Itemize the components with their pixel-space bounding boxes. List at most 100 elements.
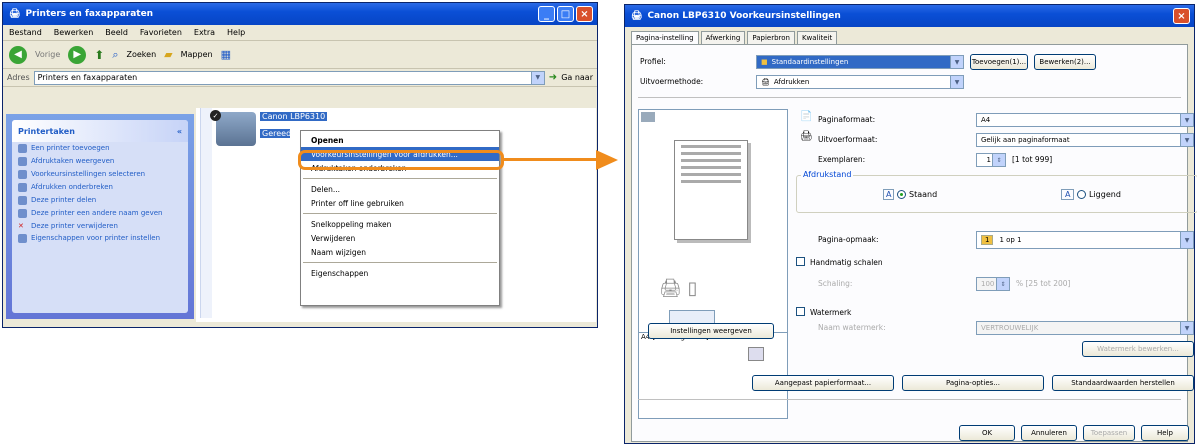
- tab-paper-source[interactable]: Papierbron: [747, 31, 795, 44]
- maximize-icon[interactable]: □: [557, 6, 574, 22]
- menu-edit[interactable]: Bewerken: [54, 28, 94, 37]
- highlight-frame: [298, 150, 504, 170]
- close-icon[interactable]: ×: [576, 6, 593, 22]
- dialog-close-icon[interactable]: ×: [1173, 8, 1190, 24]
- printers-folder-icon: 🖨: [9, 9, 21, 19]
- scaling-spinner-icon[interactable]: ⇕: [996, 278, 1009, 290]
- up-folder-icon[interactable]: ⬆: [94, 48, 104, 62]
- default-check-icon: ✓: [210, 110, 221, 121]
- task-properties[interactable]: Eigenschappen voor printer instellen: [12, 232, 188, 245]
- scrollbar[interactable]: [200, 108, 212, 318]
- explorer-toolbar: ◀ Vorige ▶ ⬆ ⌕ Zoeken ▰ Mappen ▦: [3, 41, 597, 69]
- ctx-properties[interactable]: Eigenschappen: [301, 266, 499, 280]
- watermark-select[interactable]: VERTROUWELIJK ▼: [976, 321, 1194, 335]
- ctx-open[interactable]: Openen: [301, 133, 499, 147]
- landscape-label: Liggend: [1089, 190, 1121, 199]
- task-add-printer[interactable]: Een printer toevoegen: [12, 142, 188, 155]
- task-share[interactable]: Deze printer delen: [12, 194, 188, 207]
- scaling-label: Schaling:: [818, 279, 853, 288]
- output-size-dropdown-icon[interactable]: ▼: [1180, 134, 1193, 146]
- output-method-label: Uitvoermethode:: [640, 77, 704, 86]
- task-rename[interactable]: Deze printer een andere naam geven: [12, 207, 188, 220]
- scaling-range: % [25 tot 200]: [1016, 279, 1071, 288]
- watermark-dropdown-icon[interactable]: ▼: [1180, 322, 1193, 334]
- page-layout-select[interactable]: 1 1 op 1 ▼: [976, 231, 1194, 249]
- output-size-select[interactable]: Gelijk aan paginaformaat ▼: [976, 133, 1194, 147]
- go-arrow-icon[interactable]: ➜: [549, 72, 557, 83]
- dialog-title: Canon LBP6310 Voorkeursinstellingen: [647, 11, 841, 21]
- paper-source-icon[interactable]: [669, 310, 715, 324]
- back-arrow-icon[interactable]: ◀: [9, 45, 27, 64]
- ok-button[interactable]: OK: [959, 425, 1015, 441]
- page-options-button[interactable]: Pagina-opties...: [902, 375, 1044, 391]
- search-button[interactable]: Zoeken: [127, 50, 157, 59]
- portrait-radio[interactable]: [897, 190, 906, 199]
- preview-pane: 🖨 ▯ A4 [Schaling: Auto]: [638, 109, 788, 419]
- profile-dropdown-icon[interactable]: ▼: [950, 56, 963, 68]
- collapse-chevron-icon[interactable]: «: [177, 127, 182, 136]
- address-dropdown-icon[interactable]: ▼: [530, 71, 544, 84]
- task-pause[interactable]: Afdrukken onderbreken: [12, 181, 188, 194]
- views-icon[interactable]: ▦: [221, 48, 231, 61]
- help-button[interactable]: Help: [1141, 425, 1189, 441]
- output-method-select[interactable]: 🖨 Afdrukken ▼: [756, 75, 964, 89]
- task-view-jobs[interactable]: Afdruktaken weergeven: [12, 155, 188, 168]
- layout-dropdown-icon[interactable]: ▼: [1180, 232, 1193, 248]
- ctx-delete[interactable]: Verwijderen: [301, 231, 499, 245]
- scaling-input[interactable]: 100 ⇕: [976, 277, 1010, 291]
- preview-page: [674, 140, 748, 240]
- page-size-dropdown-icon[interactable]: ▼: [1180, 114, 1193, 126]
- apply-button[interactable]: Toepassen: [1083, 425, 1135, 441]
- ctx-share[interactable]: Delen...: [301, 182, 499, 196]
- printer-settings-icon[interactable]: [748, 347, 764, 361]
- tab-page-setup[interactable]: Pagina-instelling: [631, 31, 699, 44]
- folders-button[interactable]: Mappen: [181, 50, 213, 59]
- task-delete[interactable]: ✕ Deze printer verwijderen: [12, 220, 188, 232]
- ctx-shortcut[interactable]: Snelkoppeling maken: [301, 217, 499, 231]
- printer-status: Gereed: [260, 129, 292, 138]
- tab-finishing[interactable]: Afwerking: [700, 31, 746, 44]
- cancel-button[interactable]: Annuleren: [1021, 425, 1077, 441]
- custom-paper-size-button[interactable]: Aangepast papierformaat...: [752, 375, 894, 391]
- tab-quality[interactable]: Kwaliteit: [796, 31, 838, 44]
- task-preferences[interactable]: Voorkeursinstellingen selecteren: [12, 168, 188, 181]
- go-button[interactable]: Ga naar: [561, 73, 593, 82]
- copies-input[interactable]: 1 ⇕: [976, 153, 1006, 167]
- printer-small-icon: 🖨: [631, 11, 643, 21]
- preview-mode-icon[interactable]: [641, 112, 655, 122]
- printer-output-icon: 🖨: [761, 78, 770, 86]
- show-settings-button[interactable]: Instellingen weergeven: [648, 323, 774, 339]
- edit-watermark-button[interactable]: Watermerk bewerken...: [1082, 341, 1194, 357]
- manual-scaling-checkbox[interactable]: [796, 257, 805, 266]
- separator: [638, 97, 1181, 98]
- menu-favorites[interactable]: Favorieten: [140, 28, 182, 37]
- address-input[interactable]: Printers en faxapparaten ▼: [33, 70, 545, 85]
- add-profile-button[interactable]: Toevoegen(1)...: [970, 54, 1028, 70]
- menu-help[interactable]: Help: [227, 28, 245, 37]
- page-size-icon: 📄: [800, 111, 813, 122]
- task-header[interactable]: Printertaken «: [12, 120, 188, 142]
- output-dropdown-icon[interactable]: ▼: [950, 76, 963, 88]
- watermark-checkbox[interactable]: [796, 307, 805, 316]
- edit-profile-button[interactable]: Bewerken(2)...: [1034, 54, 1096, 70]
- landscape-radio[interactable]: [1077, 190, 1086, 199]
- copies-spinner-icon[interactable]: ⇕: [992, 154, 1005, 166]
- explorer-titlebar[interactable]: 🖨 Printers en faxapparaten _ □ ×: [3, 3, 597, 25]
- profile-select[interactable]: ■ Standaardinstellingen ▼: [756, 55, 964, 69]
- search-icon: ⌕: [112, 47, 119, 61]
- ctx-rename[interactable]: Naam wijzigen: [301, 245, 499, 259]
- page-size-select[interactable]: A4 ▼: [976, 113, 1194, 127]
- forward-arrow-icon[interactable]: ▶: [68, 45, 87, 64]
- dialog-titlebar[interactable]: 🖨 Canon LBP6310 Voorkeursinstellingen ×: [625, 5, 1194, 27]
- menu-file[interactable]: Bestand: [9, 28, 42, 37]
- page-layout-label: Pagina-opmaak:: [818, 235, 879, 244]
- menu-tools[interactable]: Extra: [194, 28, 215, 37]
- ctx-offline[interactable]: Printer off line gebruiken: [301, 196, 499, 210]
- address-label: Adres: [7, 73, 30, 82]
- add-printer-icon: [18, 144, 27, 153]
- minimize-icon[interactable]: _: [538, 6, 555, 22]
- folders-icon: ▰: [164, 48, 173, 61]
- back-button[interactable]: Vorige: [35, 50, 60, 59]
- menu-view[interactable]: Beeld: [105, 28, 128, 37]
- restore-defaults-button[interactable]: Standaardwaarden herstellen: [1052, 375, 1194, 391]
